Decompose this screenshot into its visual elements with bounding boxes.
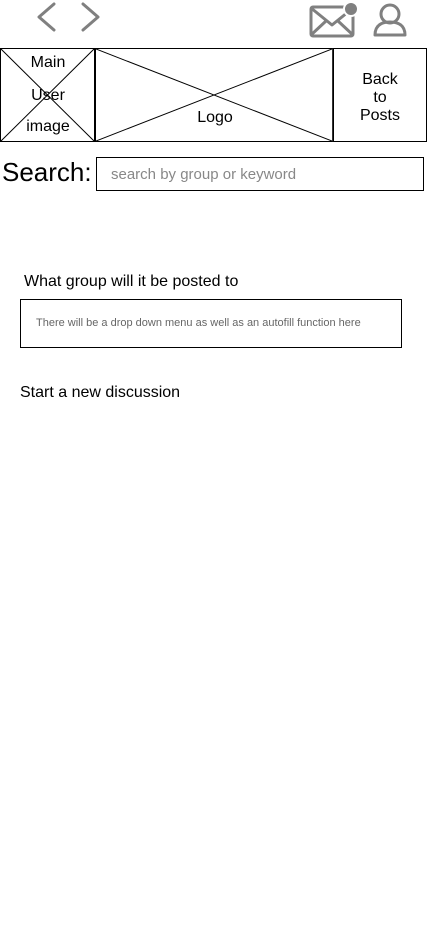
back-to-posts-button[interactable]: Back to Posts — [333, 48, 427, 142]
user-image-label-line-3: image — [26, 118, 70, 135]
mail-notification-icon — [309, 1, 359, 38]
group-select-placeholder: There will be a drop down menu as well a… — [36, 317, 361, 329]
back-button-line-3: Posts — [359, 107, 400, 124]
start-new-discussion-link[interactable]: Start a new discussion — [20, 383, 180, 403]
logo-placeholder: Logo — [94, 48, 334, 142]
forward-arrow-button[interactable] — [79, 2, 103, 32]
user-image-label-line-1: Main — [30, 54, 66, 71]
user-icon — [373, 3, 407, 37]
messages-button[interactable] — [308, 1, 360, 39]
back-arrow-button[interactable] — [34, 2, 58, 32]
profile-button[interactable] — [372, 2, 408, 38]
back-button-line-2: to — [373, 89, 387, 106]
chevron-right-icon — [81, 2, 100, 32]
main-user-image: Main User image — [0, 48, 95, 142]
group-heading: What group will it be posted to — [24, 273, 239, 290]
chevron-left-icon — [37, 2, 56, 32]
search-input[interactable] — [96, 157, 424, 191]
logo-label: Logo — [197, 109, 233, 126]
group-select-dropdown[interactable]: There will be a drop down menu as well a… — [20, 299, 402, 348]
back-button-line-1: Back — [362, 71, 398, 88]
user-image-label-line-2: User — [31, 87, 65, 104]
search-label: Search: — [2, 157, 92, 187]
